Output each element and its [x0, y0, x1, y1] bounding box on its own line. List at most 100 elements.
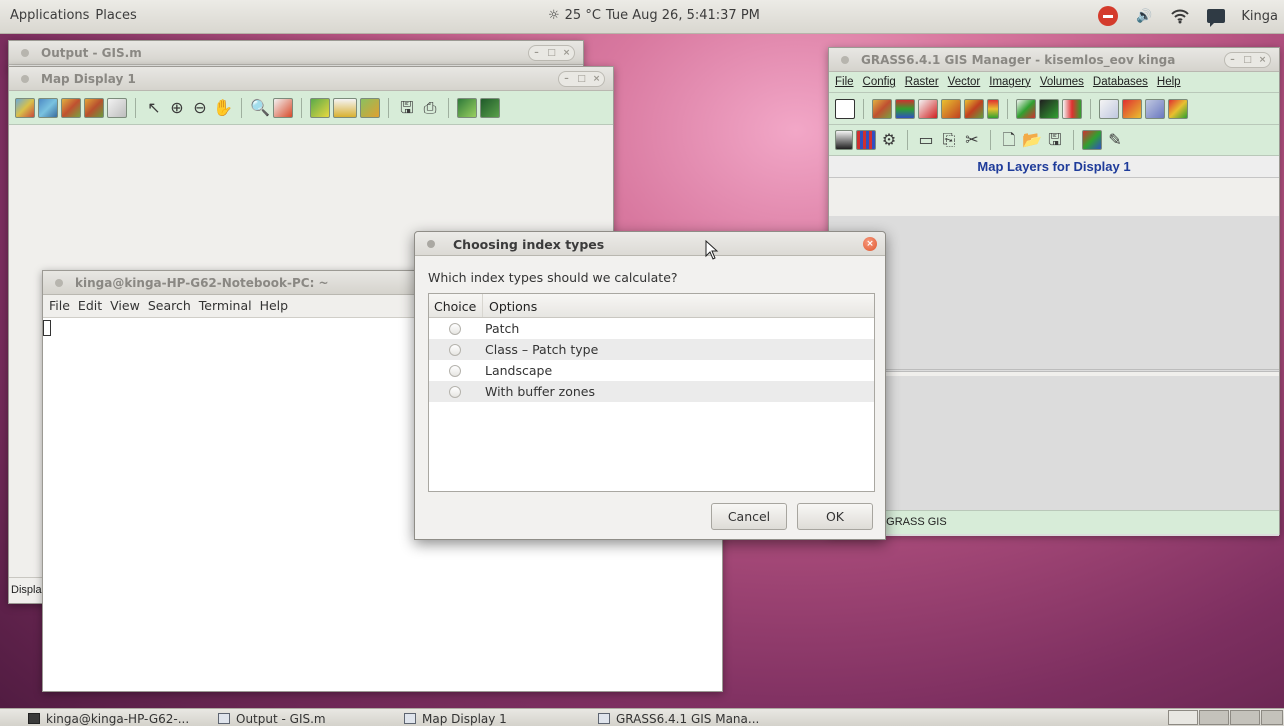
grass-menu-config[interactable]: Config — [863, 76, 896, 88]
places-menu[interactable]: Places — [95, 8, 136, 23]
radio-button[interactable] — [449, 385, 461, 398]
list-item[interactable]: Class – Patch type — [429, 339, 874, 360]
grass-menu-databases[interactable]: Databases — [1093, 76, 1148, 88]
radio-button[interactable] — [449, 322, 461, 335]
add-raster-icon[interactable] — [872, 98, 892, 119]
erase-icon[interactable] — [107, 97, 127, 118]
taskbar-item-terminal[interactable]: kinga@kinga-HP-G62-... — [28, 710, 189, 726]
map-grid-icon[interactable] — [457, 97, 477, 118]
thematic-chart-icon[interactable] — [1062, 98, 1082, 119]
gear-icon[interactable]: ⚙ — [879, 130, 899, 150]
open-folder-icon[interactable]: 📂 — [1022, 130, 1042, 150]
window-menu-icon[interactable] — [21, 49, 29, 57]
query-icon[interactable] — [310, 97, 330, 118]
add-text-icon[interactable] — [1122, 98, 1142, 119]
minimize-icon[interactable]: – — [529, 46, 544, 60]
new-file-icon[interactable]: 🗋 — [999, 130, 1019, 150]
list-item[interactable]: Landscape — [429, 360, 874, 381]
save-icon[interactable]: 🖫 — [1045, 130, 1065, 150]
add-raster-icon[interactable] — [61, 97, 81, 118]
display-map-icon[interactable] — [15, 97, 35, 118]
close-icon[interactable]: × — [863, 237, 877, 251]
copy-icon[interactable]: ⎘ — [939, 130, 959, 150]
zoom-in-icon[interactable]: ⊕ — [167, 98, 187, 118]
taskbar-item-grass[interactable]: GRASS6.4.1 GIS Mana... — [598, 710, 759, 726]
wifi-icon[interactable] — [1169, 6, 1191, 26]
raster-arrows-icon[interactable] — [964, 98, 984, 119]
window-menu-icon[interactable] — [55, 279, 63, 287]
north-arrow-icon[interactable] — [835, 130, 853, 150]
radio-button[interactable] — [449, 343, 461, 356]
column-header-options[interactable]: Options — [483, 294, 537, 317]
redraw-map-icon[interactable] — [38, 97, 58, 118]
grass-menu-raster[interactable]: Raster — [905, 76, 939, 88]
window-menu-icon[interactable] — [841, 56, 849, 64]
layers-icon[interactable] — [1082, 130, 1102, 150]
taskbar-item-map-display[interactable]: Map Display 1 — [404, 710, 507, 726]
maximize-icon[interactable]: □ — [574, 72, 589, 86]
terminal-menu-edit[interactable]: Edit — [78, 298, 102, 313]
close-icon[interactable]: × — [559, 46, 574, 60]
clock-indicator[interactable]: ☼ 25 °C Tue Aug 26, 5:41:37 PM — [548, 8, 760, 23]
window-menu-icon[interactable] — [21, 75, 29, 83]
raster-numbers-icon[interactable] — [941, 98, 961, 119]
applications-menu[interactable]: Applications — [10, 8, 89, 23]
grass-menu-volumes[interactable]: Volumes — [1040, 76, 1084, 88]
new-display-icon[interactable] — [835, 98, 855, 119]
zoom-region-icon[interactable]: 🔍 — [250, 98, 270, 118]
minimize-icon[interactable]: – — [1225, 53, 1240, 67]
legend-icon[interactable] — [987, 98, 999, 119]
grass-menu-imagery[interactable]: Imagery — [989, 76, 1031, 88]
map-grid-alt-icon[interactable] — [480, 97, 500, 118]
close-icon[interactable]: × — [1255, 53, 1270, 67]
workspace-switcher-2[interactable] — [1199, 710, 1229, 725]
histogram-icon[interactable] — [918, 98, 938, 119]
add-ps-text-icon[interactable] — [1168, 98, 1188, 119]
zoom-back-icon[interactable] — [273, 97, 293, 118]
maximize-icon[interactable]: □ — [544, 46, 559, 60]
save-icon[interactable]: 🖫 — [397, 98, 417, 118]
new-group-icon[interactable]: ▭ — [916, 130, 936, 150]
output-titlebar[interactable]: Output - GIS.m – □ × — [9, 41, 583, 65]
terminal-menu-help[interactable]: Help — [260, 298, 289, 313]
add-ps-icon[interactable] — [1145, 98, 1165, 119]
layers-tree[interactable] — [829, 216, 1279, 372]
window-menu-icon[interactable] — [427, 240, 435, 248]
volume-icon[interactable]: 🔊 — [1133, 6, 1155, 26]
minimize-icon[interactable]: – — [559, 72, 574, 86]
grass-titlebar[interactable]: GRASS6.4.1 GIS Manager - kisemlos_eov ki… — [829, 48, 1279, 72]
add-rgb-icon[interactable] — [895, 98, 915, 119]
cut-icon[interactable]: ✂ — [962, 130, 982, 150]
dialog-titlebar[interactable]: Choosing index types × — [415, 232, 885, 256]
taskbar-item-output[interactable]: Output - GIS.m — [218, 710, 326, 726]
list-item[interactable]: Patch — [429, 318, 874, 339]
close-icon[interactable]: × — [589, 72, 604, 86]
workspace-switcher-1[interactable] — [1168, 710, 1198, 725]
list-item[interactable]: With buffer zones — [429, 381, 874, 402]
map-display-titlebar[interactable]: Map Display 1 – □ × — [9, 67, 613, 91]
zoom-out-icon[interactable]: ⊖ — [190, 98, 210, 118]
measure-icon[interactable] — [333, 97, 357, 118]
user-menu[interactable]: Kinga — [1241, 9, 1278, 24]
column-header-choice[interactable]: Choice — [429, 294, 483, 317]
stop-icon[interactable] — [1097, 6, 1119, 26]
pointer-icon[interactable]: ↖ — [144, 98, 164, 118]
grass-menu-help[interactable]: Help — [1157, 76, 1181, 88]
workspace-switcher-4[interactable] — [1261, 710, 1283, 725]
thematic-map-icon[interactable] — [1039, 98, 1059, 119]
print-icon[interactable]: ⎙ — [420, 98, 440, 118]
add-overlay-icon[interactable] — [84, 97, 104, 118]
terminal-menu-search[interactable]: Search — [148, 298, 191, 313]
grass-menu-file[interactable]: File — [835, 76, 854, 88]
ok-button[interactable]: OK — [797, 503, 873, 530]
digitize-icon[interactable]: ✎ — [1105, 130, 1125, 150]
terminal-menu-file[interactable]: File — [49, 298, 70, 313]
grass-menu-vector[interactable]: Vector — [948, 76, 981, 88]
terminal-menu-view[interactable]: View — [110, 298, 140, 313]
profile-icon[interactable] — [360, 97, 380, 118]
radio-button[interactable] — [449, 364, 461, 377]
add-label-icon[interactable] — [1099, 98, 1119, 119]
cancel-button[interactable]: Cancel — [711, 503, 787, 530]
grid-icon[interactable] — [856, 130, 876, 150]
add-vector-icon[interactable] — [1016, 98, 1036, 119]
